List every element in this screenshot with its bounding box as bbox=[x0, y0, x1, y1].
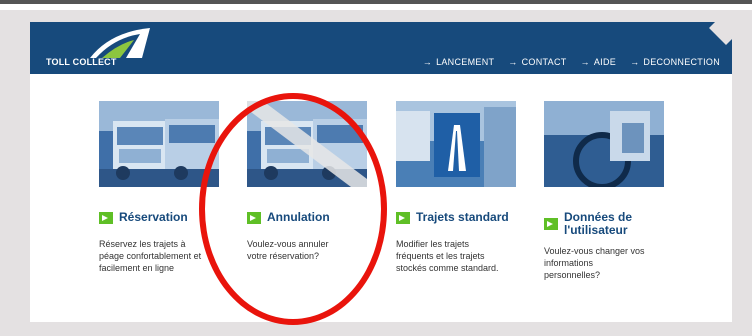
title-line: l'utilisateur bbox=[564, 223, 628, 237]
nav-label: LANCEMENT bbox=[436, 57, 495, 67]
desc-line: Modifier les trajets bbox=[396, 239, 470, 249]
desc-line: informations bbox=[544, 258, 594, 268]
nav-label: CONTACT bbox=[521, 57, 567, 67]
highway-photo-icon[interactable] bbox=[396, 101, 516, 187]
nav-contact[interactable]: → CONTACT bbox=[508, 57, 566, 67]
top-strip bbox=[0, 4, 752, 10]
desc-line: Voulez-vous changer vos bbox=[544, 246, 645, 256]
desc-line: facilement en ligne bbox=[99, 263, 175, 273]
desc-line: personnelles? bbox=[544, 270, 601, 280]
card-trajets-standard[interactable]: Trajets standard Modifier les trajets fr… bbox=[396, 101, 520, 274]
nav-label: DECONNECTION bbox=[643, 57, 720, 67]
card-title-text: Données de l'utilisateur bbox=[564, 211, 632, 237]
desc-line: fréquents et les trajets bbox=[396, 251, 485, 261]
driver-photo-icon[interactable] bbox=[544, 101, 664, 187]
nav-deconnection[interactable]: → DECONNECTION bbox=[630, 57, 720, 67]
brand-logo-text[interactable]: TOLL COLLECT bbox=[46, 57, 117, 67]
arrow-right-icon bbox=[396, 212, 410, 224]
arrow-icon: → bbox=[422, 57, 433, 67]
logo-icon bbox=[90, 28, 150, 58]
nav-label: AIDE bbox=[593, 57, 617, 67]
card-description: Voulez-vous changer vos informations per… bbox=[544, 245, 668, 281]
nav-lancement[interactable]: → LANCEMENT bbox=[423, 57, 495, 67]
card-description: Modifier les trajets fréquents et les tr… bbox=[396, 238, 520, 274]
top-nav: → LANCEMENT → CONTACT → AIDE → DECONNECTION bbox=[423, 57, 720, 67]
truck-photo-icon[interactable] bbox=[99, 101, 219, 187]
arrow-icon: → bbox=[508, 57, 518, 67]
card-donnees-utilisateur[interactable]: Données de l'utilisateur Voulez-vous cha… bbox=[544, 101, 668, 281]
desc-line: péage confortablement et bbox=[99, 251, 202, 261]
header-corner bbox=[709, 11, 743, 45]
highlight-circle bbox=[199, 93, 387, 325]
desc-line: stockés comme standard. bbox=[396, 263, 499, 273]
card-title[interactable]: Trajets standard bbox=[396, 211, 520, 224]
card-title-text: Trajets standard bbox=[416, 210, 509, 224]
nav-aide[interactable]: → AIDE bbox=[581, 57, 617, 67]
header-bar: TOLL COLLECT → LANCEMENT → CONTACT → AIDE →… bbox=[30, 11, 743, 74]
arrow-right-icon bbox=[544, 218, 558, 230]
card-title[interactable]: Données de l'utilisateur bbox=[544, 211, 668, 237]
arrow-right-icon bbox=[99, 212, 113, 224]
card-title-text: Réservation bbox=[119, 210, 188, 224]
arrow-icon: → bbox=[630, 57, 640, 67]
arrow-icon: → bbox=[580, 57, 590, 67]
